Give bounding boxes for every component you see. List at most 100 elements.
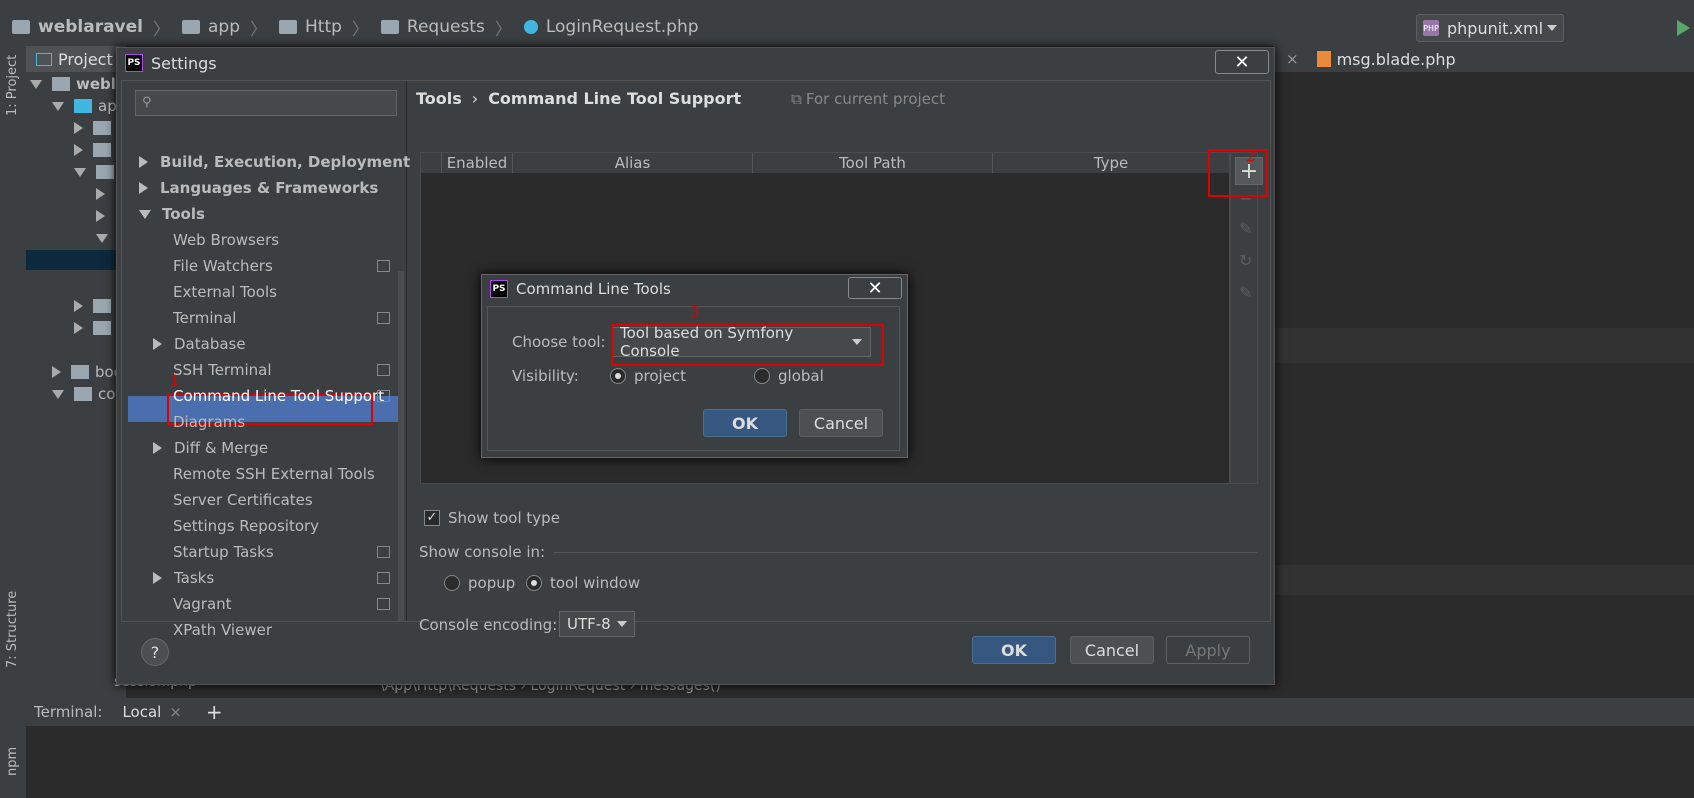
run-configuration-select[interactable]: PHP phpunit.xml [1416, 14, 1564, 42]
checkbox-icon[interactable]: ✓ [424, 510, 440, 526]
sidebar-item[interactable]: Startup Tasks [173, 539, 274, 565]
sidebar-item[interactable]: SSH Terminal [173, 357, 271, 383]
menu-bar [0, 0, 1694, 8]
run-icon[interactable] [1677, 20, 1690, 36]
tree-item-config[interactable]: con [52, 384, 125, 404]
terminal-area[interactable] [26, 726, 1694, 798]
sidebar-item[interactable]: Settings Repository [173, 513, 319, 539]
chevron-right-icon[interactable] [153, 338, 162, 350]
annotation-box-2 [1208, 149, 1268, 197]
npm-tool-tab[interactable]: npm [5, 747, 20, 776]
tree-folder[interactable] [74, 296, 117, 316]
folder-icon [182, 20, 200, 34]
chevron-down-icon [52, 101, 64, 111]
project-tool-tab[interactable]: 1: Project [5, 55, 20, 116]
tree-folder[interactable] [74, 118, 117, 138]
sidebar-item[interactable]: Command Line Tool Support [173, 383, 384, 409]
breadcrumb-requests[interactable]: Requests 〉 [380, 15, 512, 40]
php-class-icon [523, 20, 538, 34]
settings-close-button[interactable]: ✕ [1215, 50, 1269, 74]
chevron-right-icon [96, 210, 105, 222]
search-icon: ⚲ [142, 95, 152, 110]
tab-msg-blade[interactable]: msg.blade.php [1337, 50, 1456, 69]
chevron-down-icon [617, 621, 627, 627]
sidebar-item[interactable]: Web Browsers [173, 227, 279, 253]
edit-icon[interactable]: ✎ [1239, 219, 1252, 238]
tree-folder[interactable] [74, 162, 120, 182]
chevron-right-icon[interactable] [139, 182, 148, 194]
settings-search-input[interactable]: ⚲ [135, 90, 397, 116]
folder-icon [93, 143, 111, 157]
sidebar-item[interactable]: Languages & Frameworks [139, 175, 378, 201]
sidebar-item[interactable]: Diff & Merge [153, 435, 268, 461]
sidebar-item[interactable]: Terminal [173, 305, 236, 331]
settings-cancel-button[interactable]: Cancel [1070, 636, 1154, 664]
column-tool-path[interactable]: Tool Path [753, 153, 993, 173]
project-panel-header[interactable]: Project [26, 46, 126, 72]
breadcrumb-http[interactable]: Http 〉 [279, 15, 369, 40]
help-button[interactable]: ? [141, 638, 169, 666]
tree-folder[interactable] [96, 184, 115, 204]
show-tool-type-checkbox[interactable]: ✓ Show tool type [424, 509, 560, 527]
annotation-2: 2 [1246, 147, 1256, 165]
dialog-cancel-button[interactable]: Cancel [799, 409, 883, 437]
radio-icon[interactable] [444, 575, 460, 591]
sidebar-item[interactable]: Tasks [153, 565, 214, 591]
dialog-ok-button[interactable]: OK [703, 409, 787, 437]
close-icon[interactable]: × [169, 703, 182, 721]
close-icon[interactable]: × [1286, 50, 1299, 68]
radio-icon[interactable] [526, 575, 542, 591]
sidebar-item[interactable]: File Watchers [173, 253, 273, 279]
folder-icon [12, 20, 30, 34]
breadcrumb-file[interactable]: LoginRequest.php [523, 17, 699, 37]
console-popup-radio[interactable]: popup [444, 574, 515, 592]
sidebar-item[interactable]: Database [153, 331, 246, 357]
sidebar-scrollbar[interactable] [398, 271, 404, 621]
sidebar-item[interactable]: Build, Execution, Deployment [139, 149, 410, 175]
sidebar-item[interactable]: Remote SSH External Tools [173, 461, 375, 487]
radio-icon[interactable] [610, 368, 626, 384]
sidebar-item[interactable]: External Tools [173, 279, 277, 305]
sidebar-item[interactable]: XPath Viewer [173, 617, 272, 643]
folder-icon [380, 20, 399, 34]
tree-folder[interactable] [74, 318, 117, 338]
settings-ok-button[interactable]: OK [972, 636, 1056, 664]
settings-apply-button[interactable]: Apply [1166, 636, 1250, 664]
terminal-tab-local[interactable]: Local [122, 703, 161, 721]
visibility-global-radio[interactable]: global [754, 367, 824, 385]
chevron-right-icon[interactable] [153, 572, 162, 584]
chevron-right-icon [96, 188, 105, 200]
breadcrumb-project[interactable]: weblaravel 〉 [12, 15, 170, 40]
tree-folder[interactable] [96, 228, 118, 248]
tree-selected-row[interactable] [26, 250, 116, 270]
sidebar-item[interactable]: Server Certificates [173, 487, 313, 513]
column-alias[interactable]: Alias [513, 153, 753, 173]
phpstorm-icon: PS [490, 280, 508, 298]
visibility-project-radio[interactable]: project [610, 367, 686, 385]
dialog-close-button[interactable]: ✕ [848, 277, 902, 299]
breadcrumb-app[interactable]: app 〉 [182, 15, 267, 40]
column-enabled[interactable]: Enabled [442, 153, 513, 173]
sidebar-item[interactable]: Diagrams [173, 409, 245, 435]
structure-tool-tab[interactable]: 7: Structure [5, 591, 20, 668]
add-terminal-button[interactable]: + [206, 700, 223, 724]
folder-icon [93, 299, 111, 313]
project-settings-icon [377, 546, 390, 558]
chevron-right-icon[interactable] [139, 156, 148, 168]
console-encoding-select[interactable]: UTF-8 [559, 611, 635, 637]
sidebar-item[interactable]: Tools [139, 201, 205, 227]
tree-folder[interactable] [96, 206, 115, 226]
project-settings-icon [377, 572, 390, 584]
chevron-right-icon[interactable] [153, 442, 162, 454]
radio-icon[interactable] [754, 368, 770, 384]
chevron-down-icon[interactable] [139, 209, 151, 219]
reload-icon[interactable]: ↻ [1239, 251, 1252, 270]
export-icon[interactable]: ✎ [1239, 283, 1252, 302]
project-settings-icon [377, 390, 390, 402]
chevron-right-icon [52, 366, 61, 378]
tree-folder[interactable] [74, 140, 117, 160]
tree-item-bootstrap[interactable]: boo [52, 362, 123, 382]
sidebar-item[interactable]: Vagrant [173, 591, 232, 617]
column-type[interactable]: Type [993, 153, 1229, 173]
console-tool-window-radio[interactable]: tool window [526, 574, 640, 592]
